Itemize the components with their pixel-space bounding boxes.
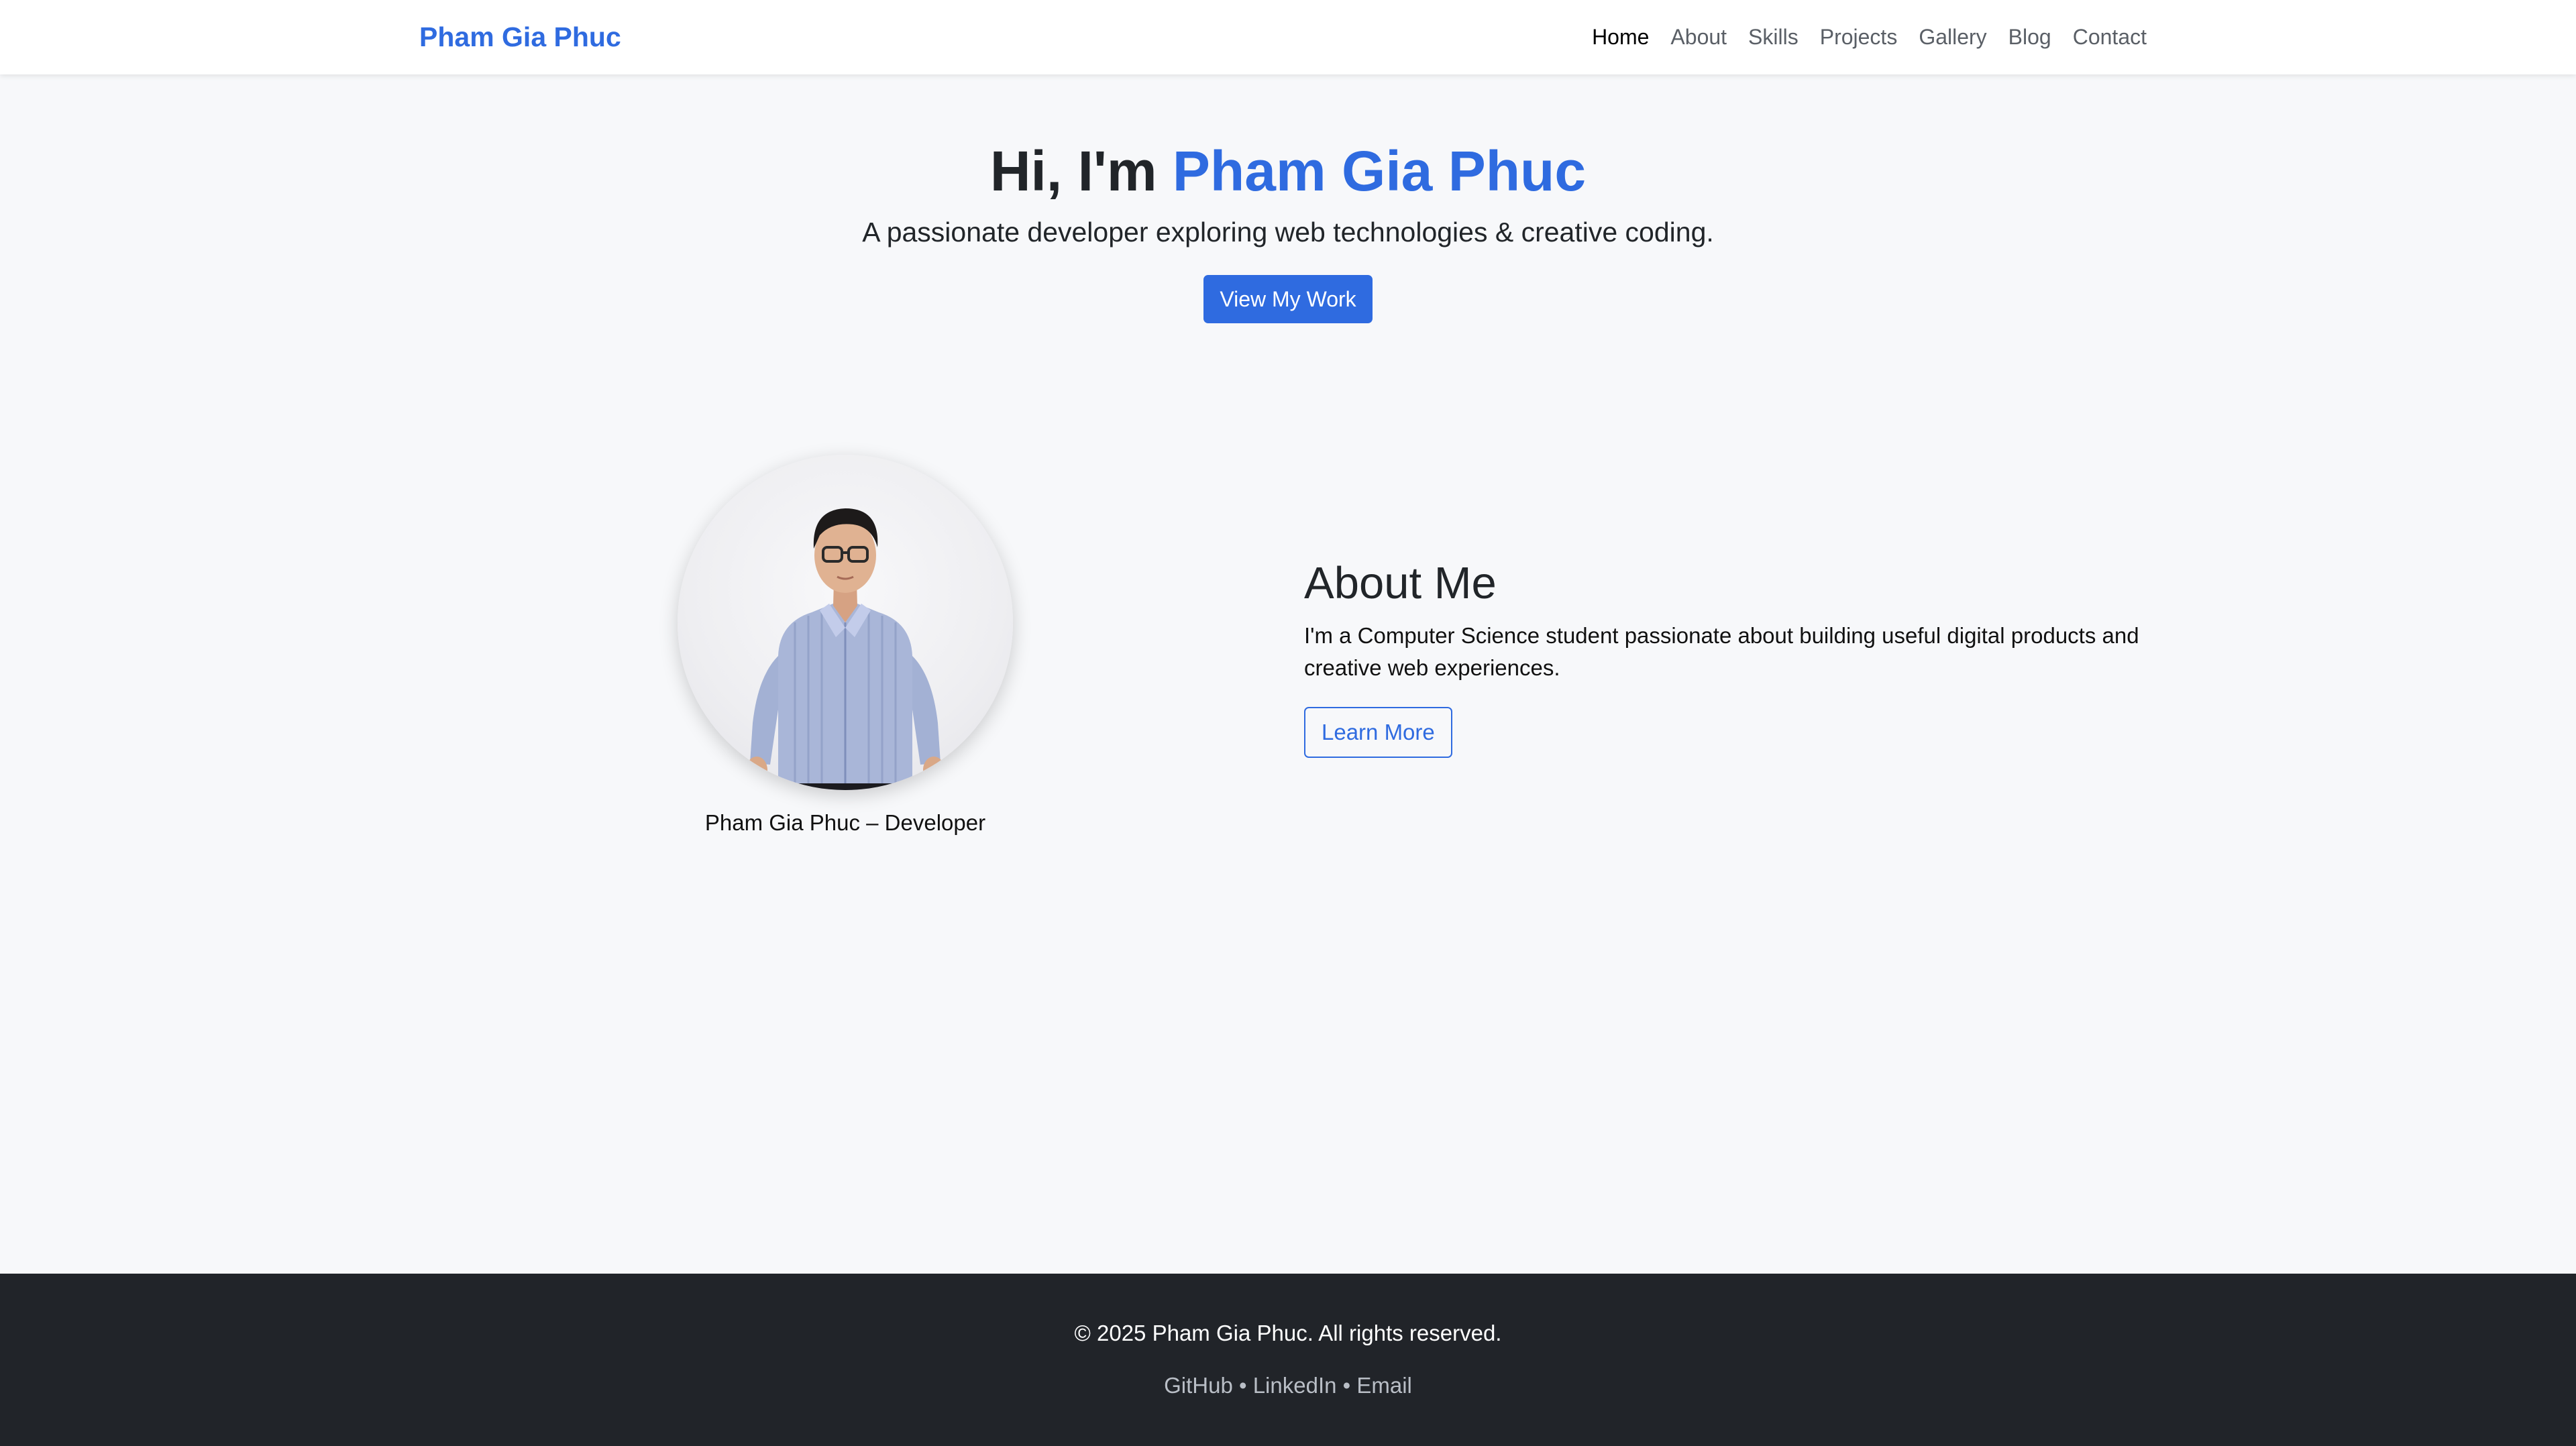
footer-link-linkedin[interactable]: LinkedIn [1253, 1373, 1337, 1398]
view-my-work-button[interactable]: View My Work [1203, 275, 1373, 324]
nav-link-skills[interactable]: Skills [1748, 25, 1799, 49]
about-text: I'm a Computer Science student passionat… [1304, 623, 2139, 681]
footer: © 2025 Pham Gia Phuc. All rights reserve… [0, 1274, 2576, 1446]
footer-link-github[interactable]: GitHub [1164, 1373, 1233, 1398]
nav-link-gallery[interactable]: Gallery [1919, 25, 1986, 49]
nav-link-home[interactable]: Home [1592, 25, 1649, 49]
avatar [678, 455, 1013, 790]
nav-links: Home About Skills Projects Gallery Blog … [1592, 0, 2147, 74]
footer-separator: • [1336, 1373, 1357, 1398]
footer-link-email[interactable]: Email [1356, 1373, 1412, 1398]
avatar-caption: Pham Gia Phuc – Developer [704, 810, 986, 835]
hero-name: Pham Gia Phuc [1172, 140, 1587, 203]
nav-link-about[interactable]: About [1670, 25, 1727, 49]
hero-greeting: Hi, I'm [989, 140, 1173, 203]
learn-more-button[interactable]: Learn More [1304, 707, 1452, 759]
hero-section: Hi, I'm Pham Gia Phuc A passionate devel… [0, 74, 2576, 324]
nav-link-contact[interactable]: Contact [2073, 25, 2147, 49]
nav-link-blog[interactable]: Blog [2008, 25, 2051, 49]
navbar: Pham Gia Phuc Home About Skills Projects… [0, 0, 2576, 74]
footer-separator: • [1232, 1373, 1253, 1398]
about-title: About Me [1304, 558, 1497, 608]
profile-photo [746, 508, 945, 790]
hero-subtitle: A passionate developer exploring web tec… [862, 217, 1714, 248]
about-section: About Me I'm a Computer Science student … [1304, 557, 2156, 759]
footer-copyright: © 2025 Pham Gia Phuc. All rights reserve… [1074, 1321, 1502, 1345]
brand-logo[interactable]: Pham Gia Phuc [419, 0, 621, 74]
hero-title: Hi, I'm Pham Gia Phuc [0, 140, 2576, 202]
footer-links: GitHub • LinkedIn • Email [0, 1373, 2576, 1398]
nav-link-projects[interactable]: Projects [1820, 25, 1898, 49]
